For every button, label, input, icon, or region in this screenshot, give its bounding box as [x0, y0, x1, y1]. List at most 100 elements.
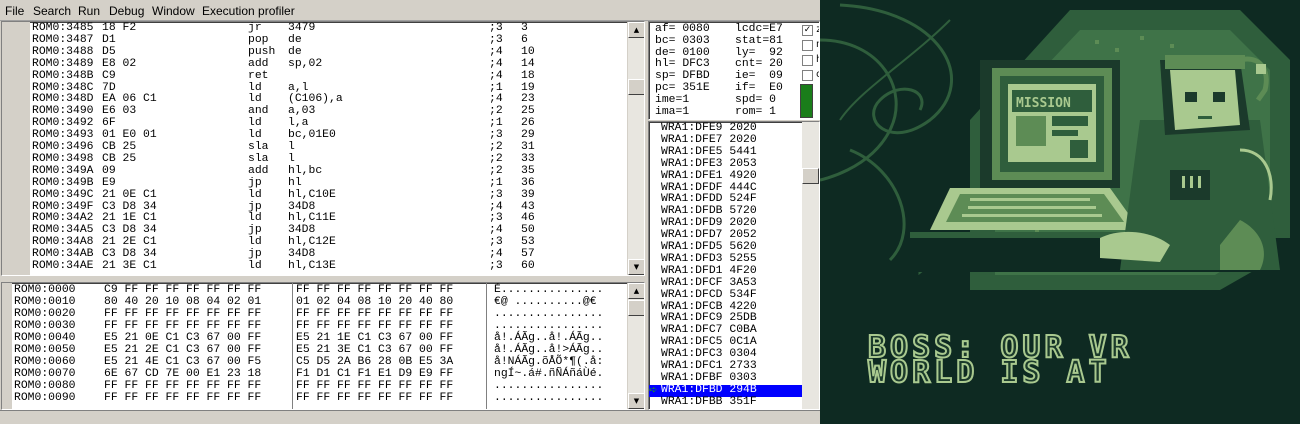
stack-view[interactable]: WRA1:DFE9 2020 WRA1:DFE7 2020 WRA1:DFE5 54… [648, 121, 820, 410]
cycles: ;4 [489, 45, 503, 58]
scroll-up-icon[interactable]: ▲ [628, 283, 644, 299]
io-register-line: if= E0 [735, 81, 783, 94]
stack-entry: WRA1:DFDB 5720 [661, 205, 757, 218]
menu-run[interactable]: Run [78, 4, 100, 18]
operands: hl,C13E [288, 260, 336, 272]
opcode-bytes: C9 [102, 69, 116, 82]
monitor-screen-text: MISSION [1016, 96, 1071, 111]
disassembly-row[interactable]: ROM0:3489 E8 02 add sp,02 ;4 14 [2, 57, 627, 71]
memory-address: ROM0:0090 [14, 392, 76, 404]
stack-entry: WRA1:DFDD 524F [661, 193, 757, 206]
register-line: ima=1 [655, 105, 690, 118]
stack-entry: WRA1:DFC5 0C1A [661, 336, 757, 349]
opcode-bytes: 09 [102, 164, 116, 177]
disassembly-scroll-thumb[interactable] [628, 79, 644, 95]
stack-entry: WRA1:DFD1 4F20 [661, 264, 757, 277]
mnemonic: jp [248, 176, 262, 189]
cycle-total: 39 [521, 188, 535, 201]
stack-entry: WRA1:DFE3 2053 [661, 157, 757, 170]
registers-panel: af= 0080 bc= 0303 de= 0100 hl= DFC3 sp= DFBD… [648, 21, 820, 120]
cycles: ;4 [489, 57, 503, 70]
mnemonic: add [248, 164, 269, 177]
address: ROM0:348B [32, 69, 94, 82]
game-screen: MISSION BOSS: OUR VR WORLD IS AT [820, 0, 1300, 424]
stack-scroll-thumb[interactable] [802, 168, 819, 184]
stack-entry: WRA1:DFD7 2052 [661, 229, 757, 242]
memory-scrollbar[interactable]: ▲ ▼ [627, 283, 644, 409]
cycle-total: 10 [521, 45, 535, 58]
opcode-bytes: E8 02 [102, 57, 137, 70]
cycles: ;1 [489, 176, 503, 189]
disassembly-row[interactable]: ROM0:3488 D5 push de ;4 10 [2, 45, 627, 59]
scroll-down-icon[interactable]: ▼ [628, 259, 644, 275]
menu-debug[interactable]: Debug [109, 4, 144, 18]
disassembly-row[interactable]: ROM0:349A 09 add hl,bc ;2 35 [2, 164, 627, 178]
operands: sp,02 [288, 57, 323, 70]
hex-bytes-low[interactable]: FF FF FF FF FF FF FF FF [104, 392, 261, 405]
opcode-bytes: 21 0E C1 [102, 188, 157, 201]
memory-hex-view[interactable]: ROM0:0000 C9 FF FF FF FF FF FF FF FF FF FF… [1, 282, 645, 410]
stack-entry: WRA1:DFD3 5255 [661, 252, 757, 265]
flag-h-checkbox[interactable] [802, 55, 813, 66]
hex-bytes-high[interactable]: FF FF FF FF FF FF FF FF [296, 392, 453, 405]
stack-scrollbar[interactable] [802, 122, 819, 409]
cycles: ;2 [489, 164, 503, 177]
opcode-bytes: CB 25 [102, 152, 137, 165]
flag-z-checkbox[interactable]: ✓ [802, 25, 813, 36]
stack-entry: WRA1:DFC9 25DB [661, 312, 757, 325]
opcode-bytes: 21 3E C1 [102, 260, 157, 272]
cycle-total: 36 [521, 176, 535, 189]
address: ROM0:3488 [32, 45, 94, 58]
mnemonic: ld [248, 260, 262, 272]
disassembly-row[interactable]: ROM0:34AE 21 3E C1 ld hl,C13E ;3 60 [2, 260, 627, 273]
menu-bar: File Search Run Debug Window Execution p… [0, 0, 820, 21]
opcode-bytes: D5 [102, 45, 116, 58]
cycles: ;3 [489, 33, 503, 46]
disassembly-row[interactable]: ROM0:348B C9 ret ;4 18 [2, 69, 627, 83]
cycle-total: 14 [521, 57, 535, 70]
scroll-down-icon[interactable]: ▼ [628, 393, 644, 409]
mnemonic: push [248, 45, 276, 58]
menu-search[interactable]: Search [33, 4, 71, 18]
menu-execution-profiler[interactable]: Execution profiler [202, 4, 295, 18]
disassembly-row[interactable]: ROM0:349B E9 jp hl ;1 36 [2, 176, 627, 190]
cycle-total: 33 [521, 152, 535, 165]
mnemonic: ld [248, 188, 262, 201]
operands: hl,C10E [288, 188, 336, 201]
character-face [1170, 70, 1240, 130]
mnemonic: ret [248, 69, 269, 82]
cycle-total: 35 [521, 164, 535, 177]
address: ROM0:349C [32, 188, 94, 201]
io-register-line: rom= 1 [735, 105, 777, 118]
flag-c-checkbox[interactable] [802, 70, 813, 81]
ascii-bytes[interactable]: ................ [494, 392, 603, 405]
disassembly-row[interactable]: ROM0:3485 18 F2 jr 3479 ;3 3 [2, 22, 627, 35]
operands: l [288, 152, 295, 165]
register-line: pc= 351E [655, 81, 710, 94]
operands: de [288, 45, 302, 58]
scroll-up-icon[interactable]: ▲ [628, 22, 644, 38]
menu-window[interactable]: Window [152, 4, 195, 18]
cycles: ;3 [489, 260, 503, 272]
opcode-bytes: E9 [102, 176, 116, 189]
operands: de [288, 33, 302, 46]
stack-entry: WRA1:DFC7 C0BA [661, 324, 757, 337]
disassembly-row[interactable]: ROM0:349C 21 0E C1 ld hl,C10E ;3 39 [2, 188, 627, 202]
mnemonic: pop [248, 33, 269, 46]
flag-n-checkbox[interactable] [802, 40, 813, 51]
disassembly-view[interactable]: ROM0:3485 18 F2 jr 3479 ;3 3 ROM0:3487 D1 pop de;… [1, 21, 645, 276]
disassembly-scrollbar[interactable]: ▲ ▼ [627, 22, 644, 275]
mnemonic: add [248, 57, 269, 70]
stack-row[interactable]: WRA1:DFBB 351F [649, 396, 819, 409]
debugger-window: File Search Run Debug Window Execution p… [0, 0, 820, 424]
stack-entry: WRA1:DFCF 3A53 [661, 276, 757, 289]
cycles: ;2 [489, 152, 503, 165]
stack-entry: WRA1:DFCB 4220 [661, 300, 757, 313]
menu-file[interactable]: File [5, 4, 24, 18]
memory-gutter [2, 283, 12, 409]
hex-column-divider [292, 283, 293, 409]
dialog-line-2: WORLD IS AT [867, 354, 1111, 391]
memory-scroll-thumb[interactable] [628, 300, 644, 316]
operands: bc,01E0 [288, 129, 336, 142]
register-values: af= 0080 bc= 0303 de= 0100 hl= DFC3 sp= DFBD… [655, 23, 710, 118]
